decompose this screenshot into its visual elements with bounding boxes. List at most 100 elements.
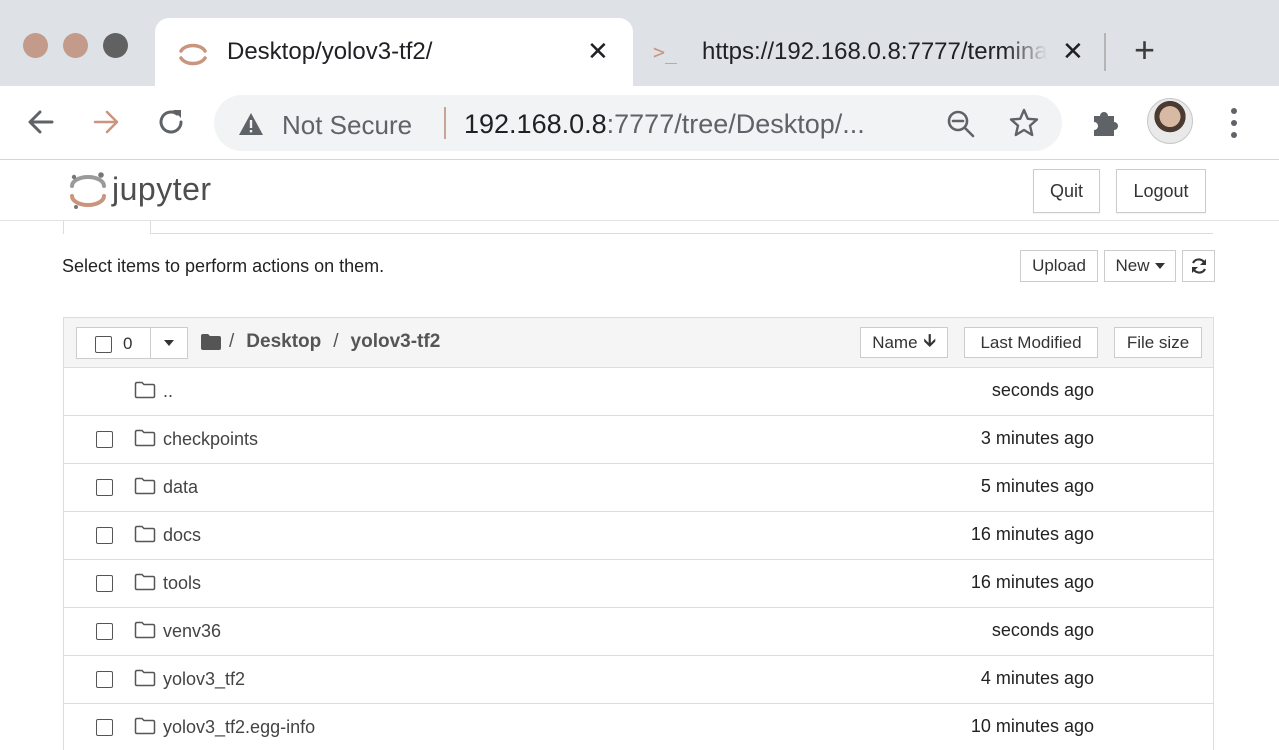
breadcrumb-desktop[interactable]: Desktop [246, 331, 321, 353]
item-modified: seconds ago [991, 380, 1094, 400]
tab-bar-border [151, 233, 1213, 234]
zoom-window-button[interactable] [103, 33, 128, 58]
item-modified: seconds ago [991, 620, 1094, 640]
jupyter-wordmark[interactable]: jupyter [112, 171, 212, 208]
tab-files[interactable] [63, 221, 151, 234]
item-name[interactable]: tools [163, 573, 201, 594]
item-modified: 3 minutes ago [980, 428, 1094, 448]
select-all-checkbox[interactable] [95, 336, 112, 353]
item-name[interactable]: yolov3_tf2 [163, 669, 245, 690]
item-name[interactable]: .. [163, 381, 173, 402]
file-list-header: 0 / Desktop / yolov3-tf2 Name 🡫 Last Modi… [64, 318, 1213, 368]
item-modified: 16 minutes ago [970, 572, 1094, 592]
browser-tab-active[interactable]: Desktop/yolov3-tf2/ ✕ [155, 18, 633, 86]
folder-icon [134, 381, 156, 399]
minimize-window-button[interactable] [63, 33, 88, 58]
breadcrumb-yolov3-tf2[interactable]: yolov3-tf2 [351, 331, 441, 353]
select-all-button[interactable]: 0 [76, 327, 151, 359]
arrow-down-icon: 🡫 [923, 331, 936, 350]
url-text[interactable]: 192.168.0.8:7777/tree/Desktop/... [464, 109, 865, 140]
url-host: 192.168.0.8 [464, 109, 607, 139]
folder-icon [134, 477, 156, 495]
item-name[interactable]: venv36 [163, 621, 221, 642]
tab-close-icon[interactable]: ✕ [587, 36, 609, 66]
upload-button[interactable]: Upload [1020, 250, 1098, 282]
forward-button[interactable] [86, 102, 126, 142]
quit-button[interactable]: Quit [1033, 169, 1100, 213]
address-bar[interactable]: Not Secure 192.168.0.8:7777/tree/Desktop… [214, 95, 1062, 151]
zoom-out-icon[interactable] [946, 109, 976, 139]
extensions-puzzle-icon[interactable] [1088, 106, 1122, 140]
item-checkbox[interactable] [96, 479, 113, 496]
item-checkbox[interactable] [96, 623, 113, 640]
item-modified: 5 minutes ago [980, 476, 1094, 496]
jupyter-header: jupyter Quit Logout [0, 161, 1279, 221]
refresh-icon [1191, 258, 1206, 274]
reload-icon [159, 110, 183, 134]
item-checkbox[interactable] [96, 431, 113, 448]
list-item[interactable]: venv36 seconds ago [64, 608, 1213, 656]
sort-by-modified-button[interactable]: Last Modified [964, 327, 1098, 358]
breadcrumb-separator: / [333, 331, 339, 352]
list-item-parent[interactable]: .. seconds ago [64, 368, 1213, 416]
browser-tab-terminal[interactable]: >_ https://192.168.0.8:7777/terminals/1 … [638, 18, 1098, 86]
refresh-button[interactable] [1182, 250, 1215, 282]
back-button[interactable] [21, 102, 61, 142]
item-modified: 4 minutes ago [980, 668, 1094, 688]
list-item[interactable]: yolov3_tf2 4 minutes ago [64, 656, 1213, 704]
jupyter-logo-icon[interactable] [68, 169, 108, 213]
arrow-left-icon [28, 110, 54, 134]
item-name[interactable]: yolov3_tf2.egg-info [163, 717, 315, 738]
item-name[interactable]: data [163, 477, 198, 498]
list-item[interactable]: checkpoints 3 minutes ago [64, 416, 1213, 464]
list-item[interactable]: data 5 minutes ago [64, 464, 1213, 512]
close-window-button[interactable] [23, 33, 48, 58]
list-item[interactable]: yolov3_tf2.egg-info 10 minutes ago [64, 704, 1213, 750]
item-checkbox[interactable] [96, 575, 113, 592]
item-checkbox[interactable] [96, 719, 113, 736]
caret-down-icon [1154, 263, 1165, 269]
browser-toolbar: Not Secure 192.168.0.8:7777/tree/Desktop… [0, 86, 1279, 160]
jupyter-tab-bar [63, 221, 1213, 234]
folder-icon [134, 429, 156, 447]
reload-button[interactable] [151, 102, 191, 142]
item-checkbox[interactable] [96, 527, 113, 544]
arrow-right-icon [93, 110, 119, 134]
profile-avatar[interactable] [1147, 98, 1193, 144]
caret-down-icon [164, 340, 174, 346]
security-label[interactable]: Not Secure [282, 110, 412, 141]
folder-icon [134, 573, 156, 591]
warning-icon [239, 113, 263, 135]
item-name[interactable]: checkpoints [163, 429, 258, 450]
selected-count: 0 [123, 334, 133, 353]
url-path: :7777/tree/Desktop/... [606, 109, 865, 139]
new-button-label: New [1115, 256, 1150, 275]
sort-name-label: Name [872, 332, 918, 352]
folder-icon [134, 669, 156, 687]
sort-by-size-button[interactable]: File size [1114, 327, 1202, 358]
new-dropdown-button[interactable]: New [1104, 250, 1176, 282]
folder-icon [134, 717, 156, 735]
browser-menu-icon[interactable] [1224, 106, 1244, 140]
tab-close-icon[interactable]: ✕ [1062, 36, 1084, 66]
bookmark-star-icon[interactable] [1008, 107, 1040, 139]
item-modified: 16 minutes ago [970, 524, 1094, 544]
list-item[interactable]: docs 16 minutes ago [64, 512, 1213, 560]
select-hint-text: Select items to perform actions on them. [62, 256, 385, 276]
new-tab-button[interactable]: + [1134, 30, 1155, 70]
folder-root-icon[interactable] [201, 334, 221, 350]
logout-button[interactable]: Logout [1116, 169, 1206, 213]
breadcrumb: / Desktop / yolov3-tf2 [201, 331, 440, 353]
folder-icon [134, 525, 156, 543]
tab-title: Desktop/yolov3-tf2/ [227, 38, 433, 65]
list-item[interactable]: tools 16 minutes ago [64, 560, 1213, 608]
select-dropdown-button[interactable] [150, 327, 188, 359]
item-checkbox[interactable] [96, 671, 113, 688]
tab-divider [1104, 33, 1106, 71]
file-list-panel: 0 / Desktop / yolov3-tf2 Name 🡫 Last Modi… [63, 317, 1214, 750]
sort-by-name-button[interactable]: Name 🡫 [860, 327, 948, 358]
omnibox-divider [444, 107, 446, 139]
breadcrumb-separator: / [229, 331, 235, 352]
terminal-icon: >_ [653, 40, 678, 64]
item-name[interactable]: docs [163, 525, 201, 546]
